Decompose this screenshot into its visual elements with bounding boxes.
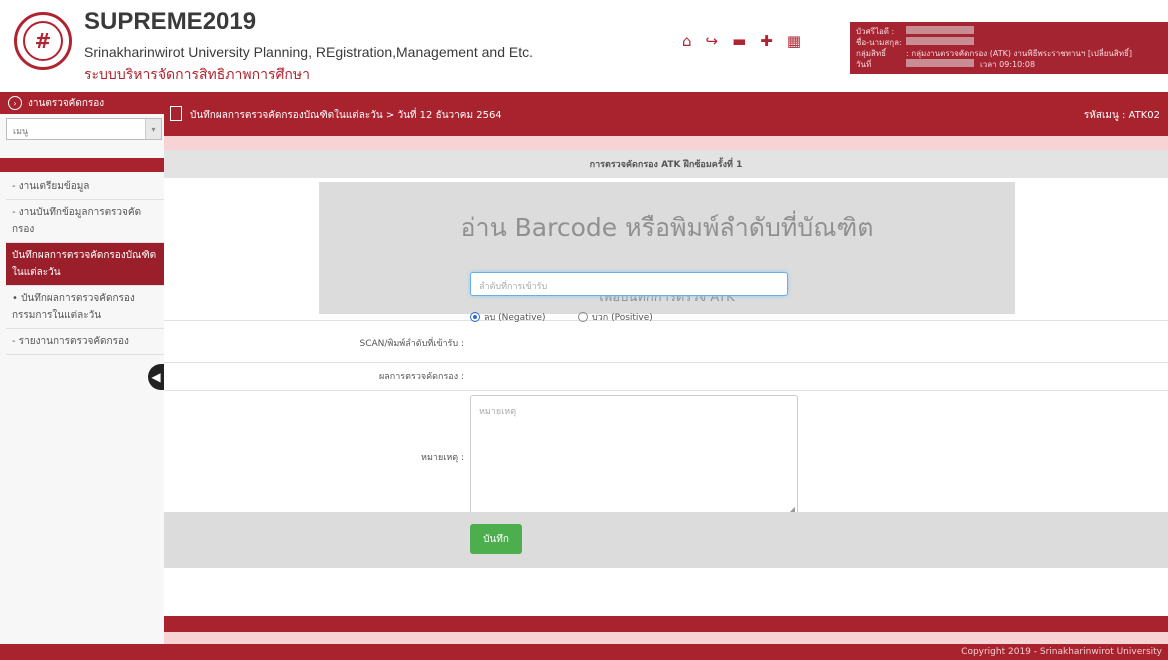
- breadcrumb-text: บันทึกผลการตรวจคัดกรองบัณฑิตในแต่ละวัน >…: [190, 110, 502, 121]
- user-role-label: กลุ่มสิทธิ์: [856, 49, 887, 58]
- note-textarea[interactable]: หมายเหตุ ◢: [470, 395, 798, 517]
- user-role-value[interactable]: : กลุ่มงานตรวจคัดกรอง (ATK) งานพิธีพระรา…: [906, 48, 1132, 59]
- radio-checked-icon: [470, 312, 480, 322]
- breadcrumb: บันทึกผลการตรวจคัดกรองบัณฑิตในแต่ละวัน >…: [164, 92, 1168, 136]
- scan-label: SCAN/พิมพ์ลำดับที่เข้ารับ :: [359, 339, 465, 349]
- content-footer-strip: [164, 616, 1168, 632]
- university-logo: #: [14, 12, 72, 70]
- calendar-icon[interactable]: ▦: [787, 32, 801, 50]
- sidebar-title: งานตรวจคัดกรอง: [28, 97, 105, 109]
- main-content: บันทึกผลการตรวจคัดกรองบัณฑิตในแต่ละวัน >…: [164, 92, 1168, 644]
- sidebar-menu: - งานเตรียมข้อมูล - งานบันทึกข้อมูลการตร…: [6, 174, 164, 355]
- header-icons: ⌂ ↪ ▬ ✚ ▦: [682, 32, 801, 50]
- user-date-label: วันที่: [856, 60, 872, 69]
- chevron-down-icon: ▾: [145, 119, 161, 139]
- menu-select[interactable]: เมนู ▾: [6, 118, 162, 140]
- home-icon[interactable]: ⌂: [682, 32, 692, 50]
- radio-unchecked-icon: [578, 312, 588, 322]
- document-icon: [170, 106, 182, 121]
- divider: [164, 390, 1168, 391]
- app-subtitle-thai: ระบบบริหารจัดการสิทธิภาพการศึกษา: [84, 67, 310, 83]
- app-subtitle: Srinakharinwirot University Planning, RE…: [84, 44, 533, 60]
- barcode-heading: อ่าน Barcode หรือพิมพ์ลำดับที่บัณฑิต: [460, 213, 874, 242]
- page-header: # SUPREME2019 Srinakharinwirot Universit…: [0, 0, 1168, 92]
- form-title: การตรวจคัดกรอง ATK ฝึกซ้อมครั้งที่ 1: [164, 150, 1168, 178]
- sidebar-item-graduate-screening[interactable]: บันทึกผลการตรวจคัดกรองบัณฑิตในแต่ละวัน: [6, 243, 164, 286]
- radio-positive[interactable]: บวก (Positive): [578, 310, 653, 324]
- divider: [164, 320, 1168, 321]
- sidebar-item-screening-records[interactable]: - งานบันทึกข้อมูลการตรวจคัดกรอง: [6, 200, 164, 243]
- app-title: SUPREME2019: [84, 8, 257, 35]
- sidebar-item-committee-screening[interactable]: • บันทึกผลการตรวจคัดกรองกรรมการในแต่ละวั…: [6, 286, 164, 329]
- page-footer: Copyright 2019 - Srinakharinwirot Univer…: [0, 644, 1168, 660]
- uk-flag-icon[interactable]: ✚: [760, 32, 773, 50]
- sidebar-item-data-prep[interactable]: - งานเตรียมข้อมูล: [6, 174, 164, 200]
- user-info-box: บัวศรีไอดี : ชื่อ-นามสกุล: กลุ่มสิทธิ์ : …: [850, 22, 1168, 74]
- save-button[interactable]: บันทึก: [470, 524, 522, 554]
- result-label: ผลการตรวจคัดกรอง :: [379, 372, 464, 382]
- sidebar-collapse-toggle[interactable]: ◀: [148, 364, 164, 390]
- sidebar-item-screening-report[interactable]: - รายงานการตรวจคัดกรอง: [6, 329, 164, 355]
- chevron-right-icon: ›: [8, 96, 22, 110]
- scan-input[interactable]: ลำดับที่การเข้ารับ: [470, 272, 788, 296]
- radio-negative[interactable]: ลบ (Negative): [470, 310, 546, 324]
- thai-flag-icon[interactable]: ▬: [732, 32, 746, 50]
- menu-code: รหัสเมนู : ATK02: [1083, 110, 1160, 121]
- note-label: หมายเหตุ :: [421, 453, 464, 463]
- button-bar: [164, 512, 1168, 568]
- logout-icon[interactable]: ↪: [706, 32, 719, 50]
- user-name-label: ชื่อ-นามสกุล:: [856, 38, 902, 47]
- sidebar-header[interactable]: › งานตรวจคัดกรอง: [0, 92, 164, 114]
- copyright: Copyright 2019 - Srinakharinwirot Univer…: [961, 647, 1162, 657]
- user-time-value: เวลา 09:10:08: [980, 60, 1036, 69]
- sidebar: › งานตรวจคัดกรอง เมนู ▾ - งานเตรียมข้อมู…: [0, 92, 164, 644]
- sidebar-divider: [0, 158, 164, 172]
- user-id-label: บัวศรีไอดี :: [856, 27, 895, 36]
- divider: [164, 362, 1168, 363]
